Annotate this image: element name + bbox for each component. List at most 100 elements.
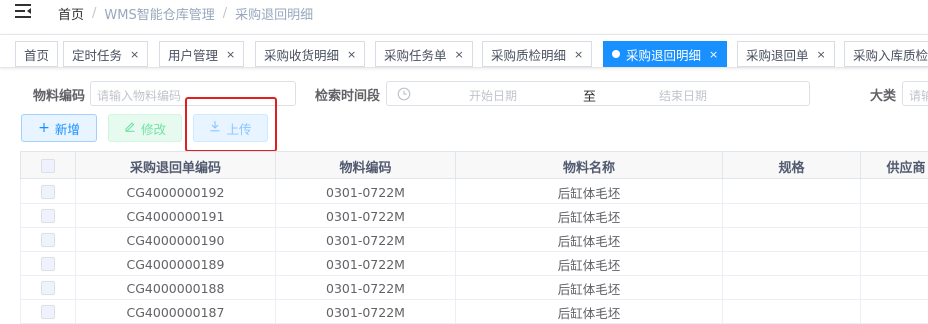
- tab-label: 采购退回单: [746, 47, 809, 63]
- plus-icon: +: [38, 120, 50, 136]
- tab-purchase-receipt-detail[interactable]: 采购收货明细 ×: [255, 41, 366, 67]
- table-row[interactable]: CG4000000191 0301-0722M 后缸体毛坯: [20, 204, 928, 228]
- header-supplier: 供应商: [886, 160, 926, 176]
- return-order-code-cell: CG4000000192: [76, 180, 276, 204]
- supplier-cell: [861, 276, 928, 300]
- return-order-code-cell: CG4000000188: [76, 276, 276, 300]
- material-name-cell: 后缸体毛坯: [456, 276, 723, 300]
- tab-purchase-task-order[interactable]: 采购任务单 ×: [375, 41, 473, 67]
- breadcrumb-home[interactable]: 首页: [58, 4, 84, 23]
- header-return-order-code: 采购退回单编码: [76, 152, 276, 180]
- material-name-cell: 后缸体毛坯: [456, 252, 723, 276]
- tab-label: 用户管理: [168, 47, 219, 63]
- supplier-cell: [861, 204, 928, 228]
- material-name-cell: 后缸体毛坯: [456, 228, 723, 252]
- pencil-icon: [124, 120, 136, 136]
- tab-label: 采购收货明细: [264, 47, 340, 63]
- date-range-picker[interactable]: 开始日期 至 结束日期: [386, 81, 810, 106]
- return-order-code-cell: CG4000000189: [76, 252, 276, 276]
- return-order-code-cell: CG4000000190: [76, 228, 276, 252]
- table-row[interactable]: CG4000000189 0301-0722M 后缸体毛坯: [20, 252, 928, 276]
- tab-close-icon[interactable]: ×: [226, 48, 235, 61]
- row-checkbox[interactable]: [41, 257, 55, 271]
- category-label: 大类: [870, 89, 897, 104]
- material-code-cell: 0301-0722M: [276, 180, 456, 204]
- tab-purchase-return-detail[interactable]: 采购退回明细 ×: [603, 41, 728, 67]
- supplier-cell: [861, 228, 928, 252]
- material-code-cell: 0301-0722M: [276, 228, 456, 252]
- hamburger-menu-icon[interactable]: [15, 4, 33, 18]
- tab-purchase-return-order[interactable]: 采购退回单 ×: [737, 41, 835, 67]
- table-row[interactable]: CG4000000190 0301-0722M 后缸体毛坯: [20, 228, 928, 252]
- row-checkbox[interactable]: [41, 305, 55, 319]
- tab-close-icon[interactable]: ×: [455, 48, 464, 61]
- tab-close-icon[interactable]: ×: [709, 48, 718, 61]
- material-name-cell: 后缸体毛坯: [456, 204, 723, 228]
- tab-label: 定时任务: [72, 47, 123, 63]
- material-name-cell: 后缸体毛坯: [456, 300, 723, 324]
- row-checkbox[interactable]: [41, 281, 55, 295]
- tab-home[interactable]: 首页: [15, 41, 59, 67]
- header-specification: 规格: [723, 152, 861, 180]
- tab-close-icon[interactable]: ×: [574, 48, 583, 61]
- active-dot-icon: [612, 50, 620, 58]
- supplier-cell: [861, 252, 928, 276]
- breadcrumb-wms: WMS智能仓库管理: [104, 8, 215, 23]
- material-code-cell: 0301-0722M: [276, 204, 456, 228]
- tab-scheduled-tasks[interactable]: 定时任务 ×: [63, 41, 149, 67]
- tab-label: 采购任务单: [384, 47, 447, 63]
- tab-label: 采购质检明细: [491, 47, 567, 63]
- table-row[interactable]: CG4000000192 0301-0722M 后缸体毛坯: [20, 180, 928, 204]
- category-input[interactable]: 请输: [902, 81, 928, 106]
- edit-button-label: 修改: [140, 121, 166, 137]
- return-order-code-cell: CG4000000187: [76, 300, 276, 324]
- tab-purchase-qc-detail[interactable]: 采购质检明细 ×: [482, 41, 593, 67]
- add-button[interactable]: + 新增: [21, 114, 97, 142]
- material-code-cell: 0301-0722M: [276, 300, 456, 324]
- select-all-checkbox[interactable]: [41, 159, 55, 173]
- row-select-cell[interactable]: [20, 276, 76, 300]
- breadcrumb-current: 采购退回明细: [235, 8, 314, 23]
- tab-label: 采购退回明细: [626, 47, 702, 63]
- tab-close-icon[interactable]: ×: [130, 48, 139, 61]
- header-material-name: 物料名称: [456, 152, 723, 180]
- tags-view: 首页 定时任务 × 用户管理 × 采购收货明细 × 采购任务单 × 采购质检明细…: [0, 34, 928, 68]
- header-material-code: 物料编码: [276, 152, 456, 180]
- tab-user-management[interactable]: 用户管理 ×: [159, 41, 245, 67]
- row-checkbox[interactable]: [41, 209, 55, 223]
- tab-close-icon[interactable]: ×: [347, 48, 356, 61]
- supplier-cell: [861, 300, 928, 324]
- specification-cell: [723, 276, 861, 300]
- material-code-label: 物料编码: [33, 89, 86, 104]
- row-checkbox[interactable]: [41, 185, 55, 199]
- tab-close-icon[interactable]: ×: [817, 48, 826, 61]
- date-range-separator: 至: [583, 90, 597, 105]
- tab-label: 采购入库质检: [853, 47, 928, 63]
- row-select-cell[interactable]: [20, 252, 76, 276]
- specification-cell: [723, 180, 861, 204]
- category-placeholder: 请输: [909, 89, 928, 103]
- clock-icon: [397, 87, 411, 105]
- specification-cell: [723, 228, 861, 252]
- highlight-annotation-box: [185, 97, 277, 152]
- material-code-cell: 0301-0722M: [276, 276, 456, 300]
- navbar: 首页 / WMS智能仓库管理 / 采购退回明细: [0, 0, 928, 26]
- row-select-cell[interactable]: [20, 300, 76, 324]
- breadcrumb: 首页 / WMS智能仓库管理 / 采购退回明细: [58, 4, 313, 23]
- breadcrumb-separator: /: [92, 6, 97, 21]
- material-name-cell: 后缸体毛坯: [456, 180, 723, 204]
- select-all-header[interactable]: [20, 152, 76, 180]
- add-button-label: 新增: [54, 121, 80, 137]
- table-row[interactable]: CG4000000187 0301-0722M 后缸体毛坯: [20, 300, 928, 324]
- material-code-cell: 0301-0722M: [276, 252, 456, 276]
- row-checkbox[interactable]: [41, 233, 55, 247]
- specification-cell: [723, 204, 861, 228]
- tab-purchase-inbound-qc[interactable]: 采购入库质检: [844, 41, 928, 67]
- breadcrumb-separator: /: [222, 6, 228, 21]
- edit-button[interactable]: 修改: [108, 114, 182, 142]
- row-select-cell[interactable]: [20, 180, 76, 204]
- row-select-cell[interactable]: [20, 228, 76, 252]
- specification-cell: [723, 252, 861, 276]
- row-select-cell[interactable]: [20, 204, 76, 228]
- table-row[interactable]: CG4000000188 0301-0722M 后缸体毛坯: [20, 276, 928, 300]
